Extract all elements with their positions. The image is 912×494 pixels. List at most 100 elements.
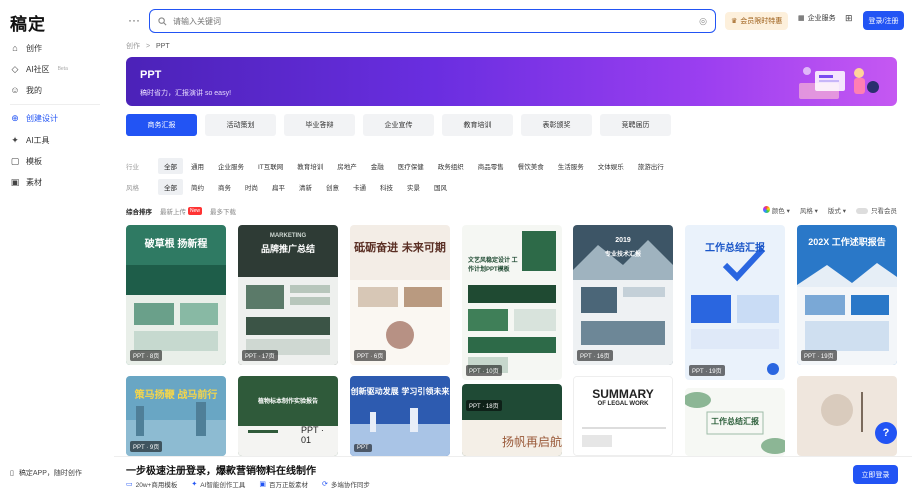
login-now-button[interactable]: 立即登录	[853, 465, 898, 484]
member-only-label: 只看会员	[871, 208, 897, 215]
tab-business-report[interactable]: 商务汇报	[126, 114, 197, 136]
layout-filter-dropdown[interactable]: 版式 ▾	[828, 205, 846, 215]
style-filter-dropdown[interactable]: 风格 ▾	[800, 205, 818, 215]
sidebar-item-create[interactable]: ⌂ 创作	[10, 39, 42, 57]
enterprise-label: 企业服务	[807, 15, 836, 22]
color-wheel-icon	[762, 206, 770, 213]
filter-option[interactable]: 商务	[212, 179, 237, 195]
industry-filter: 行业 全部 通用 企业服务 IT互联网 教育培训 房地产 金融 医疗保健 政务组…	[126, 158, 672, 174]
filter-option[interactable]: 简约	[185, 179, 210, 195]
search-bar[interactable]: ◎	[149, 9, 716, 33]
sidebar-item-label: 模板	[26, 156, 42, 166]
more-menu-icon[interactable]: ···	[128, 13, 140, 27]
template-card[interactable]: 工作总结汇报 PPT · 19页	[685, 225, 785, 380]
filter-option[interactable]: 文体娱乐	[592, 158, 630, 174]
filter-option[interactable]: 政务组织	[432, 158, 470, 174]
tab-job-competition[interactable]: 竞聘届历	[600, 114, 671, 136]
template-card[interactable]: 2019 专业技术汇报 PPT · 16页	[573, 225, 673, 365]
filter-option[interactable]: 房地产	[331, 158, 363, 174]
crown-icon: ♛	[731, 18, 738, 25]
enterprise-service-button[interactable]: ▦ 企业服务	[798, 13, 836, 23]
sort-comprehensive[interactable]: 综合排序	[126, 206, 152, 216]
template-title: 202X 工作述职报告	[808, 237, 886, 247]
color-filter-dropdown[interactable]: 颜色 ▾	[762, 205, 790, 215]
template-card[interactable]: 破草根 扬新程 PPT · 8页	[126, 225, 226, 365]
sidebar-item-mine[interactable]: ☺ 我的	[10, 81, 42, 99]
member-only-toggle[interactable]: 只看会员	[856, 205, 897, 215]
filter-option[interactable]: 餐饮美食	[512, 158, 550, 174]
filter-option[interactable]: 扁平	[266, 179, 291, 195]
building-icon: ▦	[798, 15, 805, 22]
toggle-switch	[856, 208, 868, 215]
filter-option[interactable]: 科技	[374, 179, 399, 195]
help-button[interactable]: ?	[875, 422, 897, 444]
filter-option[interactable]: 医疗保健	[392, 158, 430, 174]
sidebar-item-label: 创建设计	[26, 113, 58, 123]
filter-option[interactable]: 清新	[293, 179, 318, 195]
template-card[interactable]: 扬帆再启航 PPT · 18页	[462, 384, 562, 456]
apps-grid-icon[interactable]: ⊞	[845, 13, 853, 24]
template-icon: ▭	[126, 481, 133, 488]
tab-awards[interactable]: 表彰颁奖	[521, 114, 592, 136]
template-card[interactable]: 砥砺奋进 未来可期 PPT · 6页	[350, 225, 450, 365]
filter-option[interactable]: 全部	[158, 158, 183, 174]
filter-option[interactable]: 生活服务	[552, 158, 590, 174]
tab-corporate-promo[interactable]: 企业宣传	[363, 114, 434, 136]
tab-education-training[interactable]: 教育培训	[442, 114, 513, 136]
feature-materials: ▣ 百万正版素材	[259, 479, 308, 489]
divider	[10, 104, 100, 105]
page-count-badge: PPT · 9页	[130, 441, 163, 452]
filter-option[interactable]: 教育培训	[291, 158, 329, 174]
sidebar-item-label: 素材	[26, 177, 42, 187]
template-card[interactable]: 202X 工作述职报告 PPT · 19页	[797, 225, 897, 365]
template-card[interactable]: MARKETING 品牌推广总结 PPT · 17页	[238, 225, 338, 365]
filter-option[interactable]: 创意	[320, 179, 345, 195]
template-card[interactable]: 创新驱动发展 学习引领未来 PPT	[350, 376, 450, 456]
template-thumbnail	[797, 376, 897, 456]
new-badge: New	[188, 207, 203, 215]
filter-option[interactable]: 金融	[365, 158, 390, 174]
app-download[interactable]: ▯ 稿定APP，随时创作	[10, 468, 82, 478]
sidebar-item-ai-tools[interactable]: ✦ AI工具	[10, 131, 49, 149]
login-register-button[interactable]: 登录/注册	[863, 11, 904, 30]
sort-newest[interactable]: 最新上传 New	[160, 206, 203, 216]
template-card[interactable]: 文艺风稳定设计 工作计划PPT模板 PPT · 10页	[462, 225, 562, 380]
sidebar-item-templates[interactable]: ▢ 模板	[10, 152, 42, 170]
ai-tool-icon: ✦	[191, 481, 198, 488]
template-card[interactable]	[797, 376, 897, 456]
filter-option[interactable]: 卡通	[347, 179, 372, 195]
sidebar-item-ai-community[interactable]: ◇ AI社区 Beta	[10, 60, 68, 78]
filter-option[interactable]: 全部	[158, 179, 183, 195]
sidebar-item-create-design[interactable]: ⊕ 创建设计	[10, 109, 58, 127]
hero-banner: PPT 稿时省力，汇报演讲 so easy!	[126, 57, 897, 106]
feature-label: 百万正版素材	[269, 482, 309, 489]
filter-option[interactable]: 旅游出行	[632, 158, 670, 174]
filter-option[interactable]: 通用	[185, 158, 210, 174]
filter-option[interactable]: 时尚	[239, 179, 264, 195]
sort-most-downloaded[interactable]: 最多下载	[210, 206, 236, 216]
breadcrumb-root[interactable]: 创作	[126, 43, 140, 50]
template-card[interactable]: 植物标本制作实验报告 PPT · 01	[238, 376, 338, 456]
filter-option[interactable]: 企业服务	[212, 158, 250, 174]
sidebar: 稿定 ⌂ 创作 ◇ AI社区 Beta ☺ 我的 ⊕ 创建设计 ✦ AI工具 ▢…	[0, 0, 114, 494]
template-card[interactable]: 策马扬鞭 战马前行 PPT · 9页	[126, 376, 226, 456]
template-card[interactable]: SUMMARY OF LEGAL WORK	[573, 376, 673, 456]
filter-option[interactable]: 实景	[401, 179, 426, 195]
search-input[interactable]	[173, 16, 694, 26]
filter-option[interactable]: IT互联网	[252, 158, 289, 174]
template-title: 策马扬鞭 战马前行	[134, 390, 218, 401]
filter-option[interactable]: 国风	[428, 179, 453, 195]
sidebar-item-materials[interactable]: ▣ 素材	[10, 173, 42, 191]
feature-label: 20w+商用模板	[135, 482, 178, 489]
page-count-badge: PPT · 10页	[466, 365, 502, 376]
page-count-badge: PPT	[354, 444, 372, 452]
filter-option[interactable]: 商品零售	[472, 158, 510, 174]
tab-graduation-defense[interactable]: 毕业答辩	[284, 114, 355, 136]
tab-event-planning[interactable]: 活动策划	[205, 114, 276, 136]
feature-label: 多端协作同步	[330, 482, 370, 489]
feature-sync: ⟳ 多端协作同步	[322, 479, 370, 489]
vip-promo-button[interactable]: ♛ 会员限时特惠	[725, 12, 789, 30]
logo[interactable]: 稿定	[10, 10, 46, 35]
template-card[interactable]: 工作总结汇报	[685, 388, 785, 456]
camera-search-icon[interactable]: ◎	[699, 16, 707, 27]
